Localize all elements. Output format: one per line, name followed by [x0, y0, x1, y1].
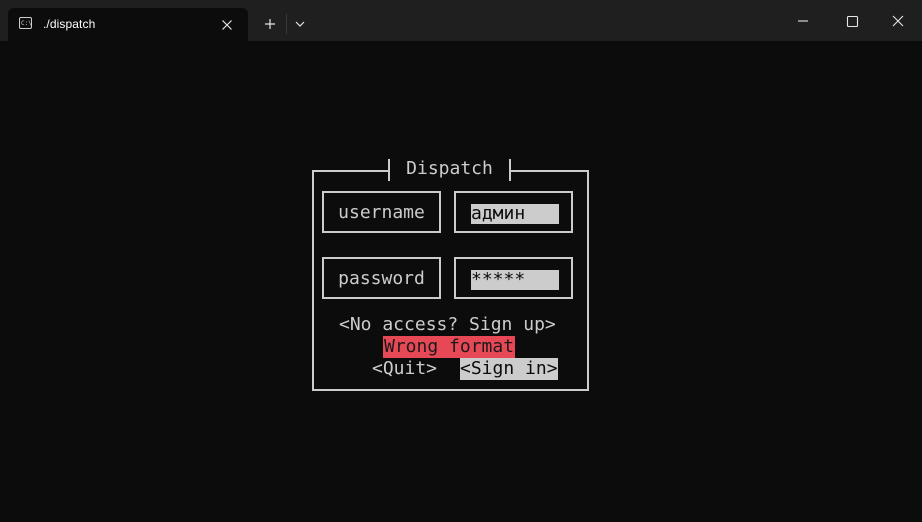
frame-border — [511, 170, 587, 172]
minimize-icon — [798, 20, 808, 22]
password-label-box: password — [322, 257, 441, 299]
username-field[interactable]: админ — [454, 191, 573, 233]
close-window-button[interactable] — [875, 0, 921, 41]
tab-dispatch[interactable]: C:\ ./dispatch — [8, 8, 248, 41]
terminal-window: C:\ ./dispatch Dispatch username админ p… — [0, 0, 922, 522]
terminal-icon: C:\ — [19, 17, 32, 29]
terminal-area[interactable]: Dispatch username админ password ***** <… — [0, 41, 922, 522]
maximize-icon — [846, 15, 859, 28]
new-tab-button[interactable] — [254, 0, 286, 41]
dropdown-button[interactable] — [288, 0, 312, 41]
username-input[interactable]: админ — [471, 204, 559, 224]
close-icon[interactable] — [218, 16, 236, 34]
frame-border — [509, 159, 511, 181]
close-icon — [892, 15, 904, 27]
password-field[interactable]: ***** — [454, 257, 573, 299]
divider — [286, 14, 287, 34]
password-input[interactable]: ***** — [471, 270, 559, 290]
title-bar[interactable]: C:\ ./dispatch — [0, 0, 922, 41]
frame-border — [312, 170, 388, 172]
error-message: Wrong format — [383, 336, 516, 358]
signup-link[interactable]: <No access? Sign up> — [339, 314, 556, 336]
username-label-box: username — [322, 191, 441, 233]
dialog-title: Dispatch — [406, 158, 493, 179]
plus-icon — [265, 19, 275, 29]
maximize-button[interactable] — [829, 0, 875, 41]
sign-in-button[interactable]: <Sign in> — [460, 358, 558, 380]
quit-button[interactable]: <Quit> — [372, 358, 437, 380]
frame-border — [388, 159, 390, 181]
chevron-down-icon — [295, 21, 305, 27]
username-label: username — [338, 202, 425, 223]
password-label: password — [338, 268, 425, 289]
minimize-button[interactable] — [780, 0, 826, 41]
tab-title: ./dispatch — [43, 17, 96, 31]
